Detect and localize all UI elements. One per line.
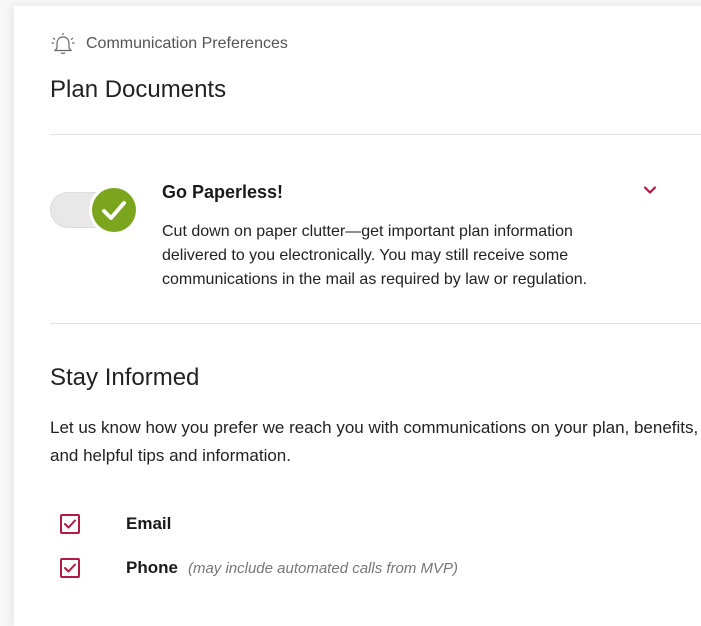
phone-option: Phone (may include automated calls from … [60, 558, 458, 578]
check-icon [64, 563, 76, 573]
email-option: Email [60, 514, 171, 534]
stay-informed-title: Stay Informed [50, 364, 200, 391]
stay-informed-description: Let us know how you prefer we reach you … [50, 418, 699, 465]
check-icon [102, 201, 126, 220]
toggle-knob [92, 188, 136, 232]
email-checkbox[interactable] [60, 514, 80, 534]
email-label: Email [126, 514, 172, 533]
paperless-toggle[interactable] [50, 186, 136, 232]
phone-label: Phone [126, 558, 178, 577]
phone-checkbox[interactable] [60, 558, 80, 578]
bell-icon [51, 33, 75, 55]
paperless-description: Cut down on paper clutter—get important … [162, 223, 588, 288]
section-eyebrow-label: Communication Preferences [86, 35, 288, 52]
section-eyebrow: Communication Preferences [50, 32, 288, 56]
paperless-title: Go Paperless! [162, 182, 284, 202]
preferences-card: Communication Preferences Plan Documents… [14, 6, 701, 626]
divider [50, 323, 701, 324]
divider [50, 134, 701, 135]
page-title: Plan Documents [50, 76, 227, 103]
chevron-down-icon[interactable] [642, 182, 658, 198]
phone-note: (may include automated calls from MVP) [187, 559, 459, 577]
check-icon [64, 519, 76, 529]
